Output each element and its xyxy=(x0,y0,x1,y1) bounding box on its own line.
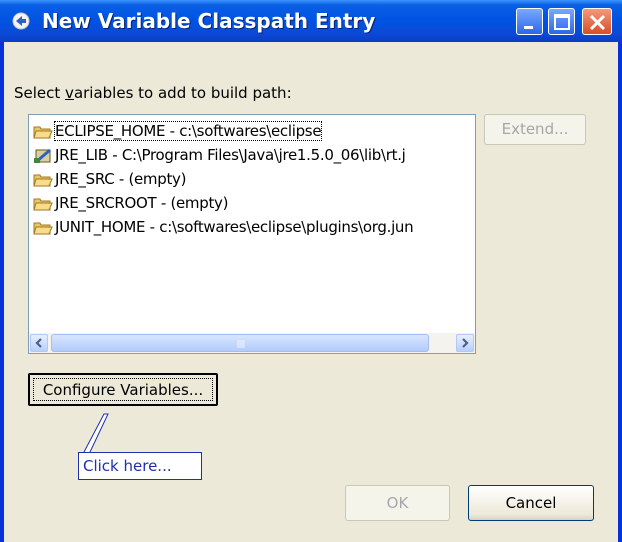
chevron-left-icon xyxy=(35,338,42,348)
horizontal-scrollbar[interactable] xyxy=(29,333,475,353)
folder-icon xyxy=(33,220,53,236)
cancel-button[interactable]: Cancel xyxy=(468,485,594,521)
prompt-label: Select variables to add to build path: xyxy=(14,84,292,102)
list-item[interactable]: JRE_LIB - C:\Program Files\Java\jre1.5.0… xyxy=(33,145,473,167)
close-button[interactable] xyxy=(582,8,612,35)
window-title: New Variable Classpath Entry xyxy=(42,9,376,33)
folder-icon xyxy=(33,196,53,212)
scroll-thumb[interactable] xyxy=(51,334,429,352)
scroll-right-button[interactable] xyxy=(456,334,474,352)
dialog-icon xyxy=(12,12,30,30)
dialog-body: Select variables to add to build path: E… xyxy=(4,42,618,542)
variables-list[interactable]: ECLIPSE_HOME - c:\softwares\eclipse JRE_… xyxy=(28,114,476,354)
list-item[interactable]: JRE_SRCROOT - (empty) xyxy=(33,193,473,215)
scroll-left-button[interactable] xyxy=(30,334,48,352)
chevron-right-icon xyxy=(462,338,469,348)
list-item[interactable]: ECLIPSE_HOME - c:\softwares\eclipse xyxy=(33,121,473,143)
callout-box: Click here... xyxy=(78,452,202,480)
list-item[interactable]: JUNIT_HOME - c:\softwares\eclipse\plugin… xyxy=(33,217,473,239)
folder-icon xyxy=(33,172,53,188)
grip-icon xyxy=(237,340,245,348)
list-item[interactable]: JRE_SRC - (empty) xyxy=(33,169,473,191)
folder-icon xyxy=(33,124,53,140)
extend-button[interactable]: Extend... xyxy=(484,114,586,145)
title-bar[interactable]: New Variable Classpath Entry xyxy=(0,0,622,42)
configure-variables-button[interactable]: Configure Variables... xyxy=(28,373,218,406)
ok-button[interactable]: OK xyxy=(345,485,450,521)
jar-icon xyxy=(33,148,53,164)
minimize-button[interactable] xyxy=(516,8,543,35)
dialog-window: New Variable Classpath Entry Select vari… xyxy=(0,0,622,542)
maximize-button[interactable] xyxy=(548,8,575,35)
